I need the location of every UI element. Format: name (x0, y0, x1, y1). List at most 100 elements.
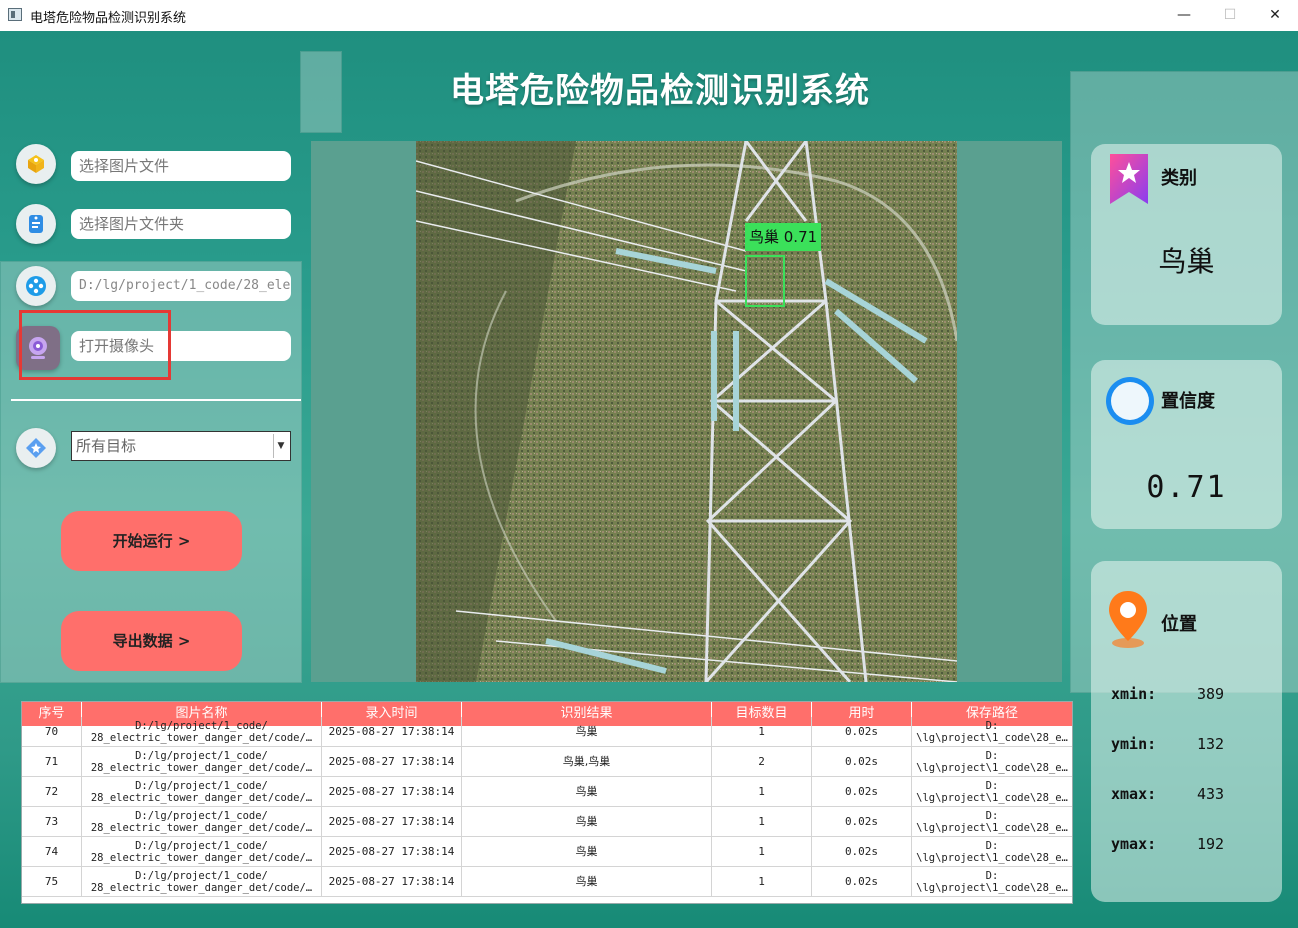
table-cell-id: 74 (22, 837, 82, 867)
table-cell-path: D: \lg\project\1_code\28_e… (912, 717, 1072, 747)
xmin-value: 389 (1197, 685, 1225, 703)
table-cell-name: D:/lg/project/1_code/28_electric_tower_d… (82, 717, 322, 747)
table-cell-result: 鸟巢 (462, 867, 712, 897)
target-select[interactable]: 所有目标 ▼ (71, 431, 291, 461)
table-row[interactable]: 73 D:/lg/project/1_code/28_electric_tower… (22, 807, 1072, 837)
xmin-row: xmin: 389 (1111, 685, 1224, 703)
ymin-label: ymin: (1111, 735, 1157, 753)
minimize-button[interactable]: — (1161, 0, 1207, 31)
table-row[interactable]: 72 D:/lg/project/1_code/28_electric_tower… (22, 777, 1072, 807)
table-cell-path: D: \lg\project\1_code\28_e… (912, 837, 1072, 867)
cell-line-1: D: (985, 810, 999, 822)
start-button[interactable]: 开始运行 > (61, 511, 242, 571)
table-cell-time: 2025-08-27 17:38:14 (322, 717, 462, 747)
table-cell-name: D:/lg/project/1_code/28_electric_tower_d… (82, 747, 322, 777)
location-pin-icon (1109, 591, 1147, 648)
cell-line-1: D:/lg/project/1_code/ (135, 840, 268, 852)
xmax-label: xmax: (1111, 785, 1157, 803)
table-cell-result: 鸟巢 (462, 837, 712, 867)
table-cell-path: D: \lg\project\1_code\28_e… (912, 777, 1072, 807)
tower-image-drawing (416, 141, 957, 682)
folder-icon[interactable] (16, 204, 56, 244)
target-select-value: 所有目标 (76, 437, 137, 455)
cell-line-1: D:/lg/project/1_code/ (135, 780, 268, 792)
confidence-value: 0.71 (1146, 470, 1227, 505)
cell-line-2: 28_electric_tower_danger_det/code/… (90, 822, 313, 834)
table-cell-cost: 0.02s (812, 837, 912, 867)
detection-image: 鸟巢 0.71 (416, 141, 957, 682)
image-display-panel: 鸟巢 0.71 (311, 141, 1062, 682)
table-cell-time: 2025-08-27 17:38:14 (322, 807, 462, 837)
ymax-row: ymax: 192 (1111, 835, 1224, 853)
cell-line-1: D: (985, 750, 999, 762)
confidence-title: 置信度 (1161, 391, 1215, 412)
table-cell-result: 鸟巢 (462, 717, 712, 747)
cell-line-2: 28_electric_tower_danger_det/code/… (90, 792, 313, 804)
app-window-icon (8, 8, 22, 21)
cell-line-2: 28_electric_tower_danger_det/code/… (90, 732, 313, 744)
cell-line-1: D: (985, 780, 999, 792)
close-button[interactable]: ✕ (1252, 0, 1298, 31)
ymin-row: ymin: 132 (1111, 735, 1224, 753)
table-cell-time: 2025-08-27 17:38:14 (322, 867, 462, 897)
cell-line-1: D:/lg/project/1_code/ (135, 720, 268, 732)
table-cell-result: 鸟巢,鸟巢 (462, 747, 712, 777)
category-title: 类别 (1161, 168, 1197, 189)
table-cell-name: D:/lg/project/1_code/28_electric_tower_d… (82, 837, 322, 867)
file-icon[interactable] (16, 144, 56, 184)
export-button[interactable]: 导出数据 > (61, 611, 242, 671)
app-body: 电塔危险物品检测识别系统 选择图片文件 选择图片文件夹 D:/lg/projec… (0, 31, 1298, 928)
bookmark-star-icon (1110, 154, 1148, 204)
table-cell-id: 71 (22, 747, 82, 777)
category-card: 类别 鸟巢 (1091, 144, 1282, 325)
highlight-box (19, 310, 171, 380)
table-cell-path: D: \lg\project\1_code\28_e… (912, 747, 1072, 777)
results-table[interactable]: 序号 图片名称 录入时间 识别结果 目标数目 用时 保存路径 70 D:/lg/p… (21, 701, 1073, 904)
image-folder-input[interactable]: 选择图片文件夹 (71, 209, 291, 239)
position-card: 位置 xmin: 389 ymin: 132 xmax: 433 ymax: 1… (1091, 561, 1282, 902)
table-cell-time: 2025-08-27 17:38:14 (322, 837, 462, 867)
ymax-label: ymax: (1111, 835, 1157, 853)
table-row[interactable]: 74 D:/lg/project/1_code/28_electric_tower… (22, 837, 1072, 867)
xmin-label: xmin: (1111, 685, 1157, 703)
target-icon (16, 428, 56, 468)
table-cell-id: 73 (22, 807, 82, 837)
position-title: 位置 (1161, 614, 1197, 635)
table-cell-count: 1 (712, 837, 812, 867)
cell-line-2: \lg\project\1_code\28_e… (916, 762, 1068, 774)
video-path-input[interactable]: D:/lg/project/1_code/28_electric_tower_d… (71, 271, 291, 301)
detection-bounding-box (745, 255, 785, 307)
table-cell-id: 72 (22, 777, 82, 807)
cell-line-2: \lg\project\1_code\28_e… (916, 822, 1068, 834)
table-cell-result: 鸟巢 (462, 777, 712, 807)
table-cell-id: 70 (22, 717, 82, 747)
table-cell-count: 1 (712, 807, 812, 837)
table-cell-time: 2025-08-27 17:38:14 (322, 747, 462, 777)
divider (11, 399, 301, 401)
cell-line-2: 28_electric_tower_danger_det/code/… (90, 852, 313, 864)
xmax-value: 433 (1197, 785, 1225, 803)
ymax-value: 192 (1197, 835, 1225, 853)
table-row[interactable]: 71 D:/lg/project/1_code/28_electric_tower… (22, 747, 1072, 777)
table-row[interactable]: 75 D:/lg/project/1_code/28_electric_tower… (22, 867, 1072, 897)
image-file-input[interactable]: 选择图片文件 (71, 151, 291, 181)
cell-line-1: D:/lg/project/1_code/ (135, 810, 268, 822)
maximize-button[interactable]: ☐ (1207, 0, 1253, 31)
table-cell-time: 2025-08-27 17:38:14 (322, 777, 462, 807)
table-cell-cost: 0.02s (812, 717, 912, 747)
video-icon[interactable] (16, 266, 56, 306)
table-cell-id: 75 (22, 867, 82, 897)
table-cell-count: 1 (712, 867, 812, 897)
table-cell-path: D: \lg\project\1_code\28_e… (912, 807, 1072, 837)
cell-line-1: D: (985, 720, 999, 732)
confidence-card: 置信度 0.71 (1091, 360, 1282, 529)
chevron-down-icon[interactable]: ▼ (273, 434, 288, 458)
window-title: 电塔危险物品检测识别系统 (30, 11, 187, 26)
cell-line-1: D: (985, 840, 999, 852)
table-cell-path: D: \lg\project\1_code\28_e… (912, 867, 1072, 897)
table-cell-cost: 0.02s (812, 807, 912, 837)
cell-line-1: D: (985, 870, 999, 882)
table-row[interactable]: 70 D:/lg/project/1_code/28_electric_tower… (22, 717, 1072, 747)
table-cell-result: 鸟巢 (462, 807, 712, 837)
table-cell-count: 1 (712, 717, 812, 747)
